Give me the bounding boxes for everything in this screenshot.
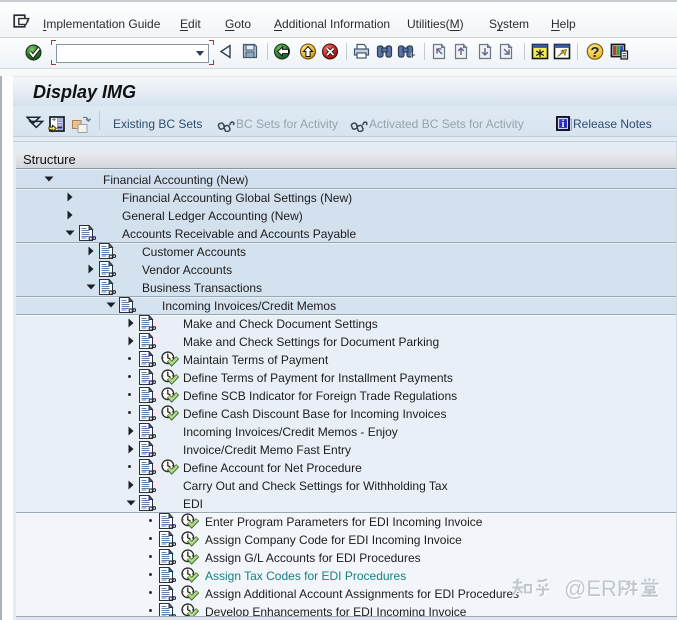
svg-text:?: ? <box>590 44 599 60</box>
svg-text:@ERP: @ERP <box>564 576 632 601</box>
svg-text:i: i <box>562 119 565 130</box>
